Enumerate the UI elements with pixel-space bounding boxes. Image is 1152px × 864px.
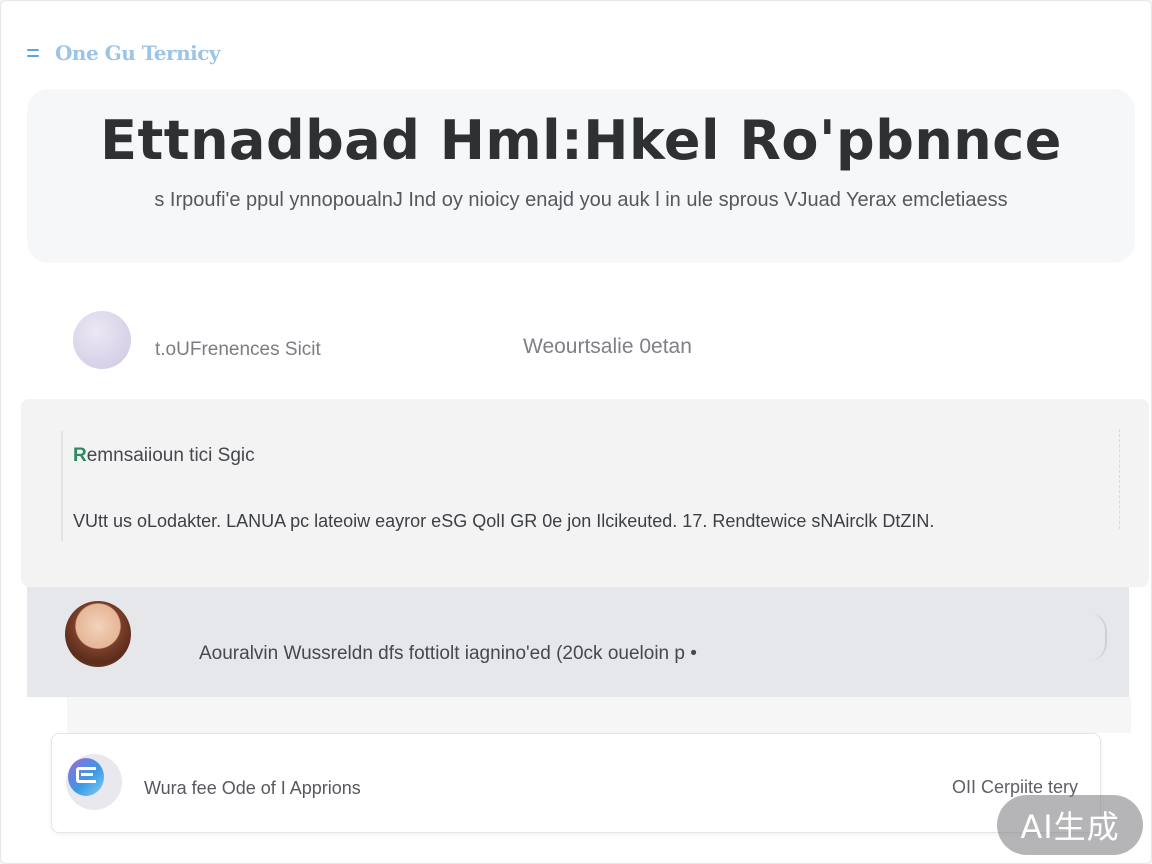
- message-item[interactable]: Aouralvin Wussreldn dfs fottiolt iagnino…: [27, 587, 1129, 697]
- notice-title-text: emnsaiioun tici Sgic: [86, 445, 255, 466]
- app-title: One Gu Ternicy: [55, 41, 221, 65]
- notice-divider: [61, 431, 63, 541]
- hero-subtitle: s Irpoufi'e ppul ynnopoualnJ Ind oy nioi…: [154, 189, 1008, 211]
- app-list-label: Wura fee Ode of I Apprions: [144, 778, 361, 798]
- profile-label: t.oUFrenences Sicit: [155, 339, 321, 360]
- profile-meta: Weourtsalie 0etan: [523, 335, 692, 358]
- notice-title-accent: R: [73, 445, 87, 466]
- app-list-item[interactable]: Wura fee Ode of I Apprions OII Cerpiite …: [51, 733, 1101, 833]
- app-logo-icon: [66, 754, 122, 810]
- hamburger-menu-icon[interactable]: [25, 47, 41, 59]
- message-text: Aouralvin Wussreldn dfs fottiolt iagnino…: [199, 643, 697, 664]
- divider-strip: [67, 697, 1131, 733]
- app-window: One Gu Ternicy Ettnadbad Hml:Hkel Ro'pbn…: [0, 0, 1152, 864]
- ai-generated-watermark: AI生成: [997, 795, 1143, 855]
- notice-card: Remnsaiioun tici Sgic VUtt us oLodakter.…: [21, 399, 1149, 587]
- hero-banner: Ettnadbad Hml:Hkel Ro'pbnnce s Irpoufi'e…: [27, 89, 1135, 263]
- notice-title: Remnsaiioun tici Sgic: [73, 445, 255, 467]
- user-avatar[interactable]: [65, 601, 131, 667]
- notice-body: VUtt us oLodakter. LANUA pc lateoiw eayr…: [73, 511, 935, 531]
- message-action-icon[interactable]: [1089, 613, 1107, 661]
- avatar[interactable]: [73, 311, 131, 369]
- profile-row[interactable]: t.oUFrenences Sicit Weourtsalie 0etan: [73, 311, 1073, 371]
- scrollbar[interactable]: [1119, 429, 1125, 529]
- top-bar: One Gu Ternicy: [25, 37, 221, 69]
- hero-title: Ettnadbad Hml:Hkel Ro'pbnnce: [100, 109, 1062, 172]
